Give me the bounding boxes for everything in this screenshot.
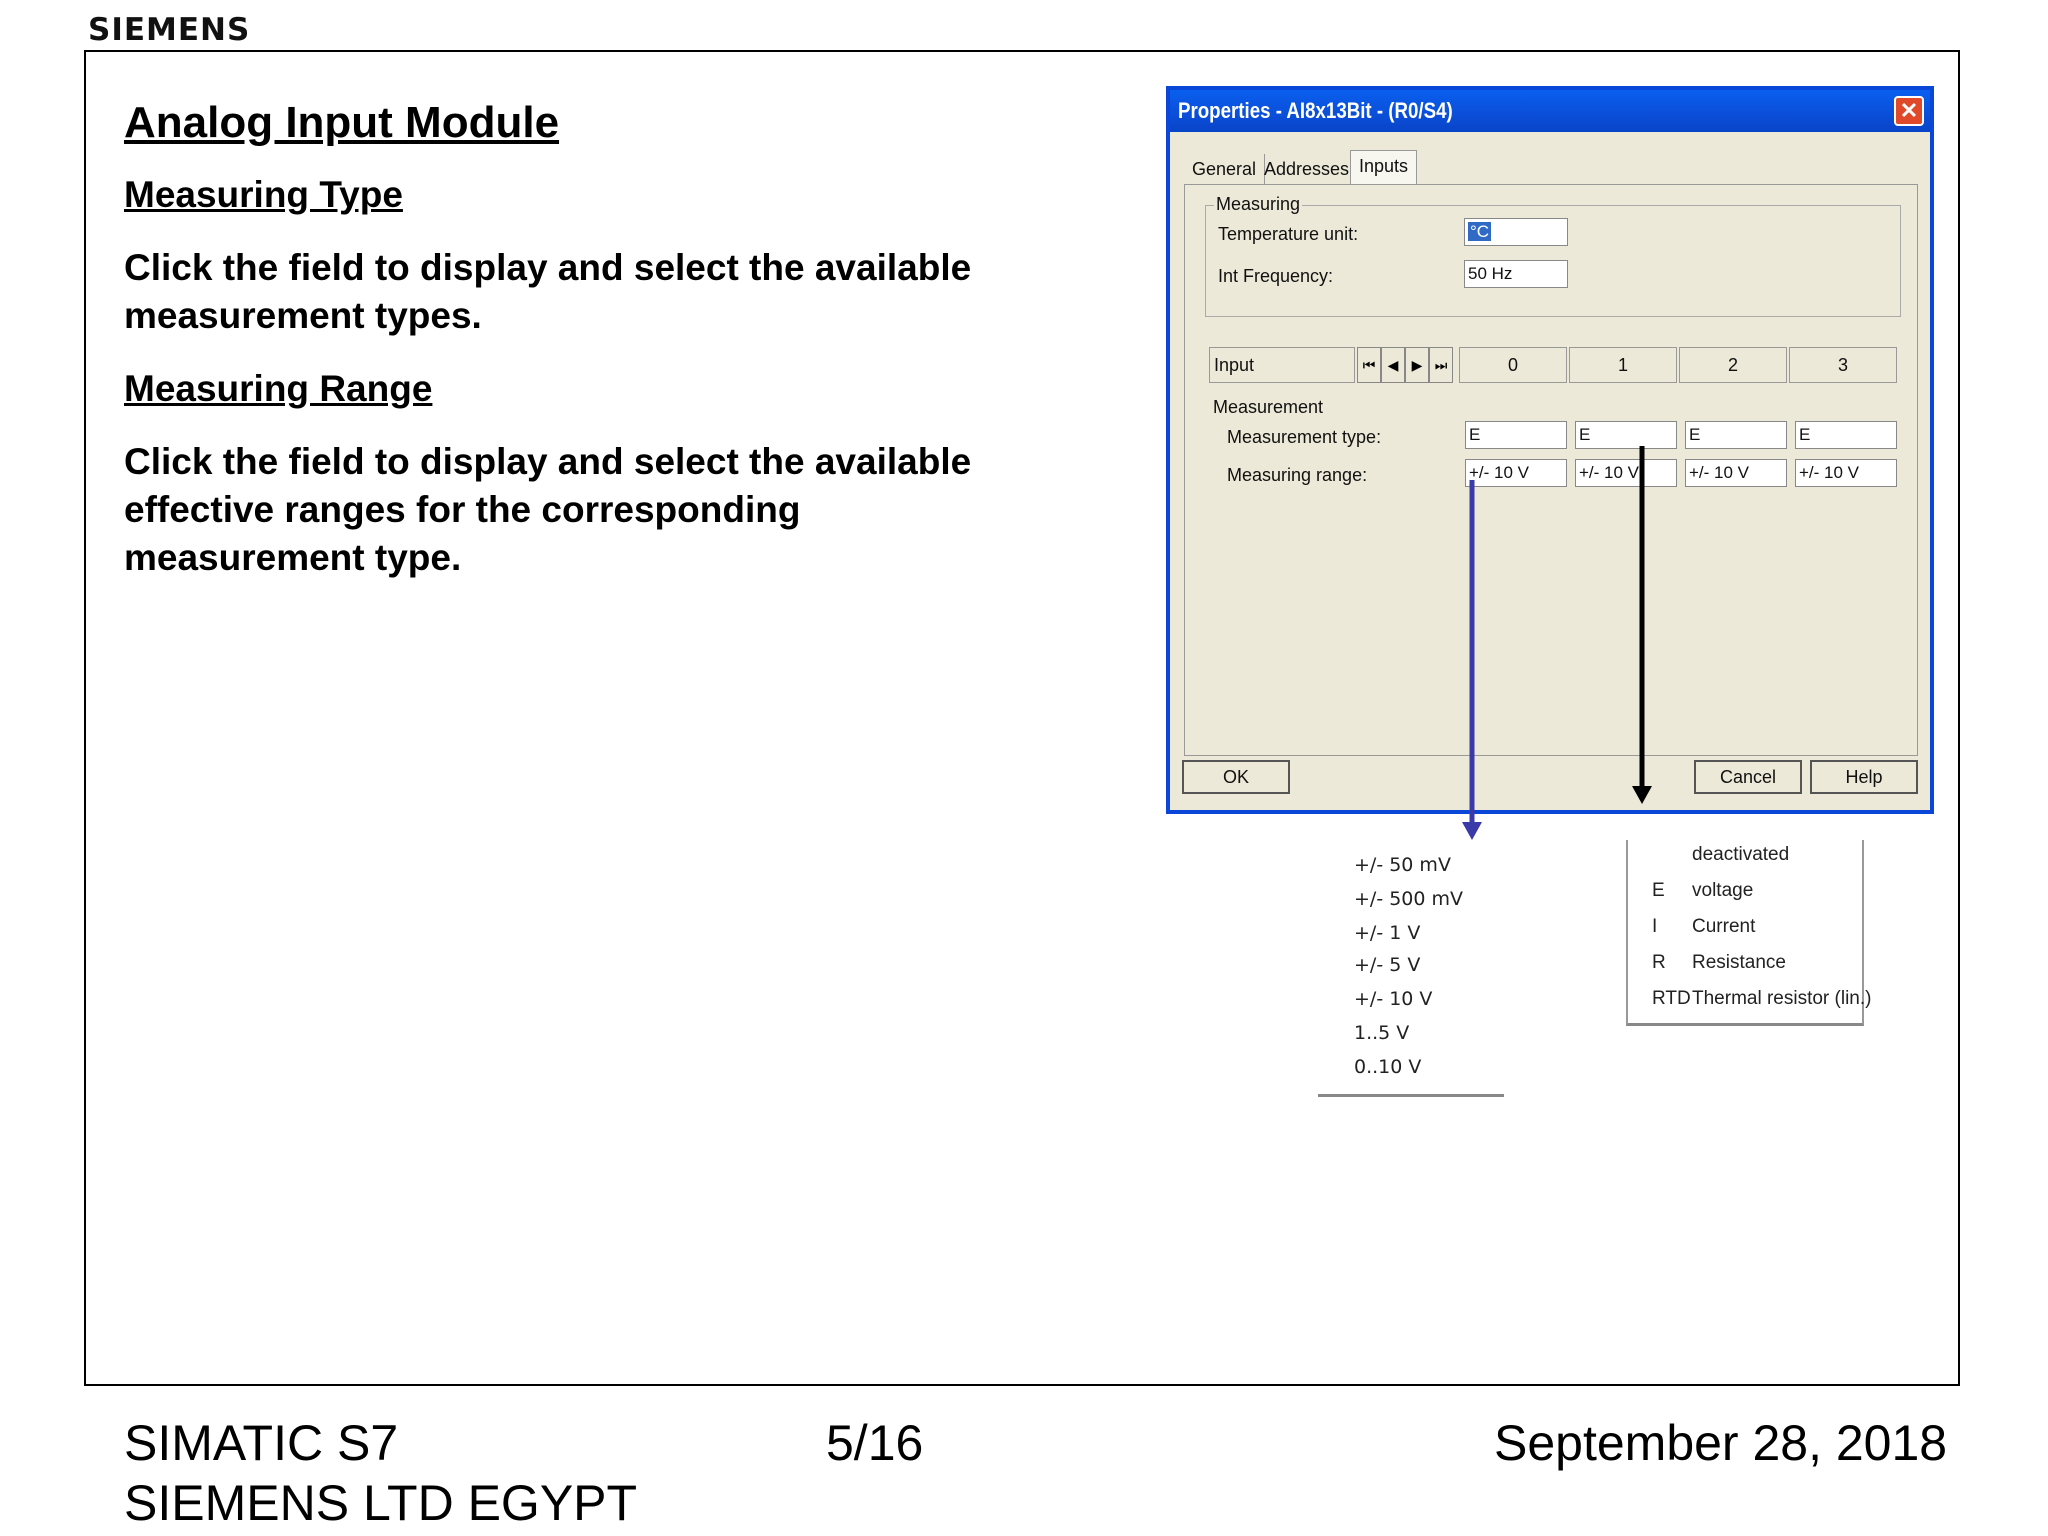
- type-option-code: R: [1652, 952, 1666, 973]
- measurement-type-dropdown: deactivated E voltage I Current R Resist…: [1626, 840, 1871, 1026]
- range-option[interactable]: +/- 10 V: [1354, 984, 1432, 1014]
- type-option-name: Resistance: [1692, 952, 1786, 973]
- type-option-name: Thermal resistor (lin.): [1692, 988, 1872, 1009]
- range-arrow-head: [1462, 822, 1482, 840]
- callout-arrows: [1462, 446, 1652, 840]
- measuring-range-dropdown: +/- 50 mV +/- 500 mV +/- 1 V +/- 5 V +/-…: [1318, 850, 1504, 1097]
- range-option[interactable]: +/- 1 V: [1354, 918, 1420, 948]
- type-option-name: deactivated: [1692, 844, 1790, 865]
- footer-date: September 28, 2018: [1494, 1415, 1948, 1471]
- range-option[interactable]: 0..10 V: [1354, 1052, 1421, 1082]
- type-arrow-head: [1632, 786, 1652, 804]
- range-option[interactable]: 1..5 V: [1354, 1018, 1409, 1048]
- range-option[interactable]: +/- 500 mV: [1354, 884, 1463, 914]
- type-option-code: RTD: [1652, 988, 1691, 1009]
- footer-page-number: 5/16: [826, 1415, 924, 1471]
- footer-company: SIEMENS LTD EGYPT: [124, 1475, 638, 1531]
- type-option-code: E: [1652, 880, 1665, 901]
- range-option[interactable]: +/- 5 V: [1354, 950, 1420, 980]
- type-option-code: I: [1652, 916, 1658, 937]
- footer-product: SIMATIC S7: [124, 1415, 399, 1471]
- type-option-name: voltage: [1692, 880, 1754, 901]
- type-option-name: Current: [1692, 916, 1756, 937]
- range-option[interactable]: +/- 50 mV: [1354, 850, 1451, 880]
